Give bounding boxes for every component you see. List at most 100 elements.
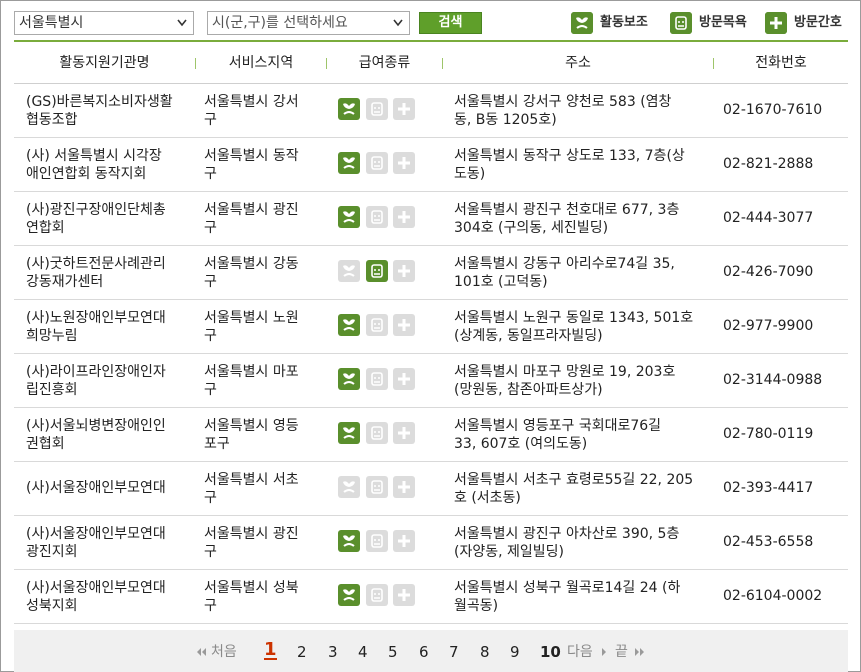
first-arrow-icon	[202, 648, 206, 656]
header-address: 주소	[565, 55, 591, 71]
district-select-value: 시(군,구)를 선택하세요	[212, 15, 348, 31]
nursing-icon	[393, 476, 415, 498]
table-row: (사)라이프라인장애인자 립진흥회 서울특별시 마포 구 서울특별시 마포구 망원로 1…	[14, 354, 848, 408]
nursing-icon	[393, 368, 415, 390]
legend-bath: 방문목욕	[670, 12, 755, 34]
activity-support-icon	[338, 476, 360, 498]
page-link[interactable]: 10	[540, 642, 561, 662]
service-area: 서울특별시 서초 구	[204, 471, 320, 507]
next-page-link[interactable]: 다음	[567, 642, 593, 662]
first-arrow-icon	[197, 648, 201, 656]
activity-support-icon	[338, 152, 360, 174]
page-link[interactable]: 5	[388, 642, 398, 662]
org-name-line: (사) 서울특별시 시각장	[26, 148, 162, 164]
bath-icon	[366, 260, 388, 282]
address: 서울특별시 광진구 천호대로 677, 3층 304호 (구의동, 세진빌딩)	[454, 201, 716, 237]
last-arrow-icon	[640, 648, 644, 656]
table-row: (사)서울장애인부모연대 서울특별시 서초 구 서울특별시 서초구 효령로55길 22…	[14, 462, 848, 516]
legend-label: 방문간호	[794, 15, 842, 30]
page-link[interactable]: 8	[480, 642, 490, 662]
service-area-line: 구	[204, 274, 217, 290]
org-name-line: 협동조합	[26, 112, 78, 128]
address-line: 101호 (고덕동)	[454, 274, 548, 290]
address-line: 서울특별시 성북구 월곡로14길 24 (하	[454, 580, 681, 596]
nursing-icon	[393, 206, 415, 228]
search-button[interactable]: 검색	[419, 12, 482, 34]
service-type-icons	[338, 368, 418, 390]
service-area-line: 서울특별시 서초	[204, 472, 299, 488]
bath-icon	[670, 12, 692, 34]
address: 서울특별시 노원구 동일로 1343, 501호 (상계동, 동일프라자빌딩)	[454, 309, 716, 345]
legend-label: 방문목욕	[699, 15, 747, 30]
phone-number: 02-821-2888	[723, 156, 814, 172]
page-link[interactable]: 3	[328, 642, 338, 662]
chevron-down-icon	[393, 19, 403, 27]
service-type-icons	[338, 530, 418, 552]
service-area-line: 서울특별시 마포	[204, 364, 299, 380]
service-type-icons	[338, 206, 418, 228]
org-name-line: (사)서울장애인부모연대	[26, 526, 166, 542]
page-link[interactable]: 2	[297, 642, 307, 662]
nursing-icon	[393, 314, 415, 336]
phone-number: 02-453-6558	[723, 534, 814, 550]
table-row: (사)서울장애인부모연대 성북지회 서울특별시 성북구 서울특별시 성북구 월곡로14…	[14, 570, 848, 624]
header-phone: 전화번호	[755, 55, 807, 71]
service-area-line: 구	[204, 544, 217, 560]
page-link[interactable]: 6	[419, 642, 429, 662]
header-service-type: 급여종류	[358, 55, 411, 71]
page-link[interactable]: 9	[510, 642, 520, 662]
org-name: (사) 서울특별시 시각장 애인연합회 동작지회	[26, 147, 192, 183]
table-row: (사) 서울특별시 시각장 애인연합회 동작지회 서울특별시 동작 구 서울특별시 동작…	[14, 138, 848, 192]
address-line: 서울특별시 강서구 양천로 583 (염창	[454, 94, 672, 110]
chevron-down-icon	[177, 19, 187, 27]
org-name-line: 립진흥회	[26, 382, 78, 398]
org-name-line: 희망누림	[26, 328, 78, 344]
address: 서울특별시 서초구 효령로55길 22, 205 호 (서초동)	[454, 471, 716, 507]
service-type-icons	[338, 476, 418, 498]
last-page-link[interactable]: 끝	[615, 642, 628, 662]
address-line: 서울특별시 노원구 동일로 1343, 501호	[454, 310, 694, 326]
service-area-line: 구	[204, 166, 217, 182]
address: 서울특별시 강동구 아리수로74길 35, 101호 (고덕동)	[454, 255, 716, 291]
phone-number: 02-426-7090	[723, 264, 814, 280]
page-link[interactable]: 4	[358, 642, 368, 662]
service-area: 서울특별시 동작구	[204, 147, 320, 183]
org-name-line: (사)광진구장애인단체총	[26, 202, 166, 218]
table-row: (사)서울뇌병변장애인인 권협회 서울특별시 영등 포구 서울특별시 영등포구 국회대로…	[14, 408, 848, 462]
service-area-line: 구	[204, 328, 217, 344]
bath-icon	[366, 530, 388, 552]
nursing-icon	[765, 12, 787, 34]
legend-activity-support: 활동보조	[571, 12, 656, 34]
org-name-line: (사)서울뇌병변장애인인	[26, 418, 166, 434]
table-row: (사)노원장애인부모연대 희망누림 서울특별시 노원 구 서울특별시 노원구 동일로 1…	[14, 300, 848, 354]
district-select[interactable]: 시(군,구)를 선택하세요	[207, 11, 410, 35]
address-line: 서울특별시 마포구 망원로 19, 203호	[454, 364, 676, 380]
nursing-icon	[393, 530, 415, 552]
address-line: 호 (서초동)	[454, 490, 521, 506]
service-type-icons	[338, 314, 418, 336]
org-name-line: 권협회	[26, 436, 65, 452]
org-name-line: (사)노원장애인부모연대	[26, 310, 166, 326]
service-area-line: 구	[204, 598, 217, 614]
phone-number: 02-444-3077	[723, 210, 814, 226]
activity-support-icon	[338, 368, 360, 390]
next-arrow-icon	[602, 648, 606, 656]
service-type-icons	[338, 260, 418, 282]
bath-icon	[366, 206, 388, 228]
table-row: (사)광진구장애인단체총 연합회 서울특별시 광진 구 서울특별시 광진구 천호대로 6…	[14, 192, 848, 246]
activity-support-icon	[338, 260, 360, 282]
phone-number: 02-393-4417	[723, 480, 814, 496]
last-arrow-icon	[635, 648, 639, 656]
first-page-link[interactable]: 처음	[211, 642, 237, 662]
address-line: 서울특별시 동작구 상도로 133, 7층(상	[454, 148, 685, 164]
service-area-line: 서울특별시 성북	[204, 580, 299, 596]
service-area-line: 서울특별시 동작	[204, 148, 299, 164]
page-link-current[interactable]: 1	[264, 640, 277, 660]
city-select[interactable]: 서울특별시	[14, 11, 194, 35]
org-name: (사)노원장애인부모연대희망누림	[26, 309, 192, 345]
org-name-line: 강동재가센터	[26, 274, 104, 290]
org-name: (사)서울장애인부모연대 성북지회	[26, 579, 192, 615]
bath-icon	[366, 98, 388, 120]
page-link[interactable]: 7	[449, 642, 459, 662]
service-type-icons	[338, 584, 418, 606]
